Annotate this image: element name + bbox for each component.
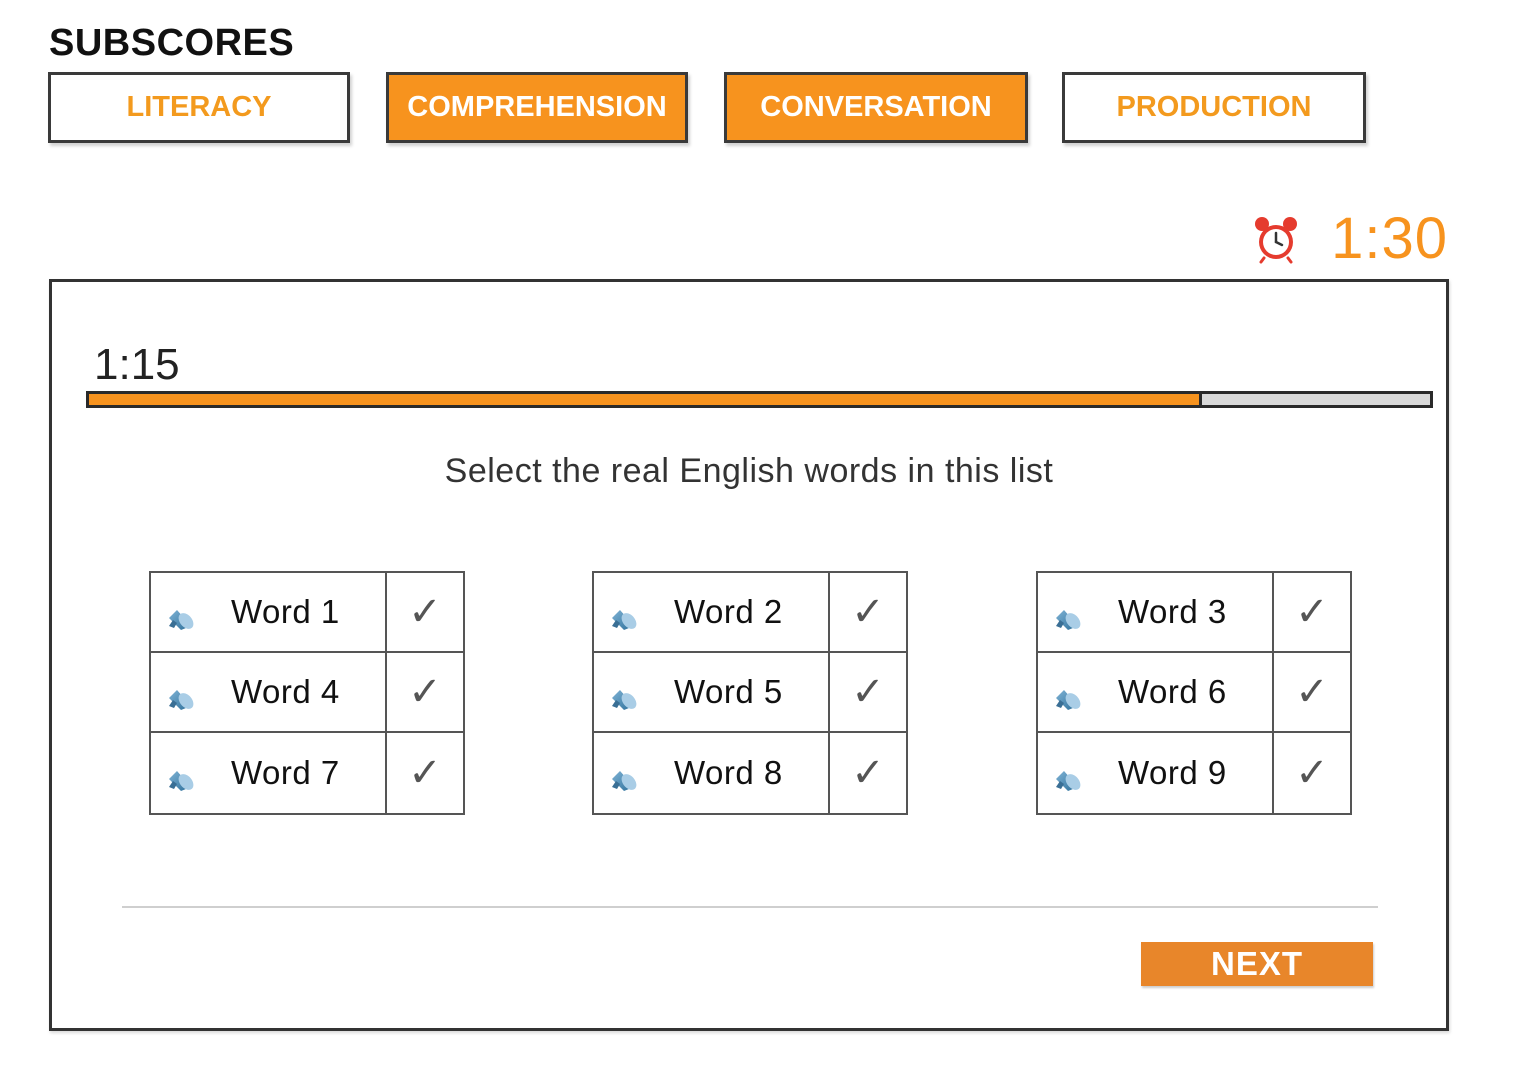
- word-play-button[interactable]: Word 6: [1038, 653, 1274, 731]
- word-row: Word 9 ✓: [1038, 733, 1350, 813]
- word-label: Word 4: [231, 673, 340, 710]
- word-check-button[interactable]: ✓: [387, 653, 463, 731]
- word-group-3: Word 3 ✓ Word 6 ✓ Word 9 ✓: [1036, 571, 1352, 815]
- word-row: Word 3 ✓: [1038, 573, 1350, 653]
- word-row: Word 6 ✓: [1038, 653, 1350, 733]
- word-play-button[interactable]: Word 9: [1038, 733, 1274, 813]
- next-button[interactable]: NEXT: [1141, 942, 1373, 986]
- question-progress-bar: [86, 391, 1433, 408]
- speaker-icon: [169, 690, 194, 710]
- word-group-1: Word 1 ✓ Word 4 ✓ Word 7 ✓: [149, 571, 465, 815]
- word-check-button[interactable]: ✓: [1274, 733, 1350, 813]
- word-check-button[interactable]: ✓: [830, 733, 906, 813]
- word-play-button[interactable]: Word 3: [1038, 573, 1274, 651]
- word-play-button[interactable]: Word 5: [594, 653, 830, 731]
- tab-conversation[interactable]: CONVERSATION: [724, 72, 1028, 143]
- word-check-button[interactable]: ✓: [387, 733, 463, 813]
- word-row: Word 4 ✓: [151, 653, 463, 733]
- speaker-icon: [169, 771, 194, 791]
- speaker-icon: [169, 610, 194, 630]
- word-row: Word 8 ✓: [594, 733, 906, 813]
- tab-production[interactable]: PRODUCTION: [1062, 72, 1366, 143]
- word-label: Word 1: [231, 593, 340, 630]
- word-play-button[interactable]: Word 4: [151, 653, 387, 731]
- subscores-title: SUBSCORES: [49, 22, 295, 64]
- word-row: Word 1 ✓: [151, 573, 463, 653]
- speaker-icon: [1056, 771, 1081, 791]
- word-label: Word 8: [674, 754, 783, 791]
- speaker-icon: [1056, 690, 1081, 710]
- word-label: Word 2: [674, 593, 783, 630]
- global-timer-value: 1:30: [1331, 206, 1448, 271]
- speaker-icon: [1056, 610, 1081, 630]
- alarm-clock-icon: [1255, 216, 1298, 263]
- word-play-button[interactable]: Word 8: [594, 733, 830, 813]
- question-panel: 1:15 Select the real English words in th…: [49, 279, 1449, 1031]
- global-timer: 1:30: [1251, 205, 1448, 272]
- word-label: Word 5: [674, 673, 783, 710]
- word-check-button[interactable]: ✓: [387, 573, 463, 651]
- footer-divider: [122, 906, 1378, 908]
- question-instruction: Select the real English words in this li…: [444, 452, 1054, 490]
- word-label: Word 9: [1118, 754, 1227, 791]
- question-timer: 1:15: [94, 340, 180, 389]
- word-play-button[interactable]: Word 2: [594, 573, 830, 651]
- speaker-icon: [612, 690, 637, 710]
- word-group-2: Word 2 ✓ Word 5 ✓ Word 8 ✓: [592, 571, 908, 815]
- word-row: Word 5 ✓: [594, 653, 906, 733]
- speaker-icon: [612, 771, 637, 791]
- speaker-icon: [612, 610, 637, 630]
- word-check-button[interactable]: ✓: [1274, 573, 1350, 651]
- word-play-button[interactable]: Word 7: [151, 733, 387, 813]
- word-check-button[interactable]: ✓: [830, 573, 906, 651]
- word-check-button[interactable]: ✓: [1274, 653, 1350, 731]
- word-row: Word 2 ✓: [594, 573, 906, 653]
- word-label: Word 6: [1118, 673, 1227, 710]
- word-label: Word 3: [1118, 593, 1227, 630]
- word-check-button[interactable]: ✓: [830, 653, 906, 731]
- word-label: Word 7: [231, 754, 340, 791]
- question-progress-fill: [89, 394, 1203, 405]
- word-row: Word 7 ✓: [151, 733, 463, 813]
- tab-literacy[interactable]: LITERACY: [48, 72, 350, 143]
- tab-comprehension[interactable]: COMPREHENSION: [386, 72, 688, 143]
- word-play-button[interactable]: Word 1: [151, 573, 387, 651]
